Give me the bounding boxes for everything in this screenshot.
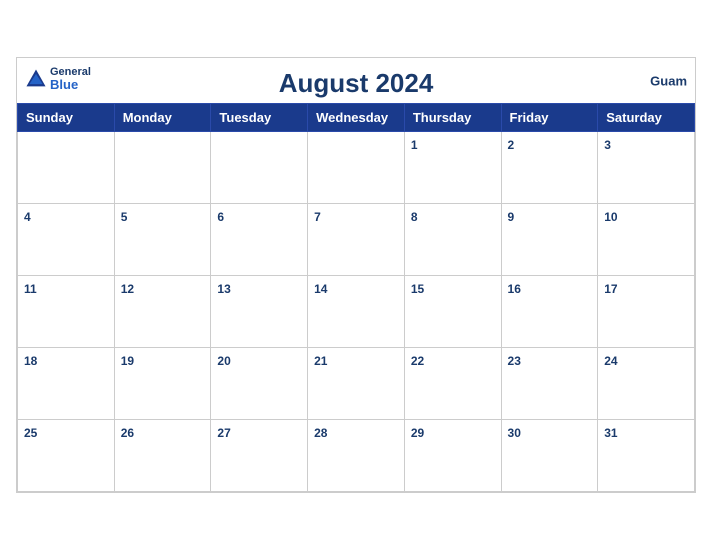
calendar-cell: 20 <box>211 348 308 420</box>
calendar-cell: 3 <box>598 132 695 204</box>
weekday-header-wednesday: Wednesday <box>308 104 405 132</box>
calendar-cell: 19 <box>114 348 211 420</box>
calendar-cell: 2 <box>501 132 598 204</box>
day-number: 21 <box>314 354 327 368</box>
day-number: 16 <box>508 282 521 296</box>
calendar-thead: SundayMondayTuesdayWednesdayThursdayFrid… <box>18 104 695 132</box>
weekday-header-monday: Monday <box>114 104 211 132</box>
calendar-cell: 22 <box>404 348 501 420</box>
calendar-cell: 11 <box>18 276 115 348</box>
day-number: 26 <box>121 426 134 440</box>
brand-icon <box>25 68 47 90</box>
calendar-cell: 1 <box>404 132 501 204</box>
day-number: 8 <box>411 210 418 224</box>
calendar-week-row: 4 5 6 7 8 9 10 <box>18 204 695 276</box>
day-number: 10 <box>604 210 617 224</box>
day-number: 2 <box>508 138 515 152</box>
day-number: 11 <box>24 282 37 296</box>
day-number: 19 <box>121 354 134 368</box>
calendar-cell <box>211 132 308 204</box>
day-number: 29 <box>411 426 424 440</box>
day-number: 24 <box>604 354 617 368</box>
calendar-cell: 16 <box>501 276 598 348</box>
calendar-cell: 6 <box>211 204 308 276</box>
region-label: Guam <box>650 73 687 88</box>
calendar-header: General Blue August 2024 Guam <box>17 58 695 103</box>
calendar-title: August 2024 <box>37 68 675 99</box>
calendar-cell: 23 <box>501 348 598 420</box>
calendar-week-row: 11 12 13 14 15 16 17 <box>18 276 695 348</box>
day-number: 13 <box>217 282 230 296</box>
calendar-cell <box>308 132 405 204</box>
calendar-cell: 17 <box>598 276 695 348</box>
calendar-table: SundayMondayTuesdayWednesdayThursdayFrid… <box>17 103 695 492</box>
day-number: 28 <box>314 426 327 440</box>
calendar-week-row: 25 26 27 28 29 30 31 <box>18 420 695 492</box>
day-number: 27 <box>217 426 230 440</box>
day-number: 5 <box>121 210 128 224</box>
weekday-header-tuesday: Tuesday <box>211 104 308 132</box>
calendar-week-row: 18 19 20 21 22 23 24 <box>18 348 695 420</box>
day-number: 25 <box>24 426 37 440</box>
calendar-cell: 21 <box>308 348 405 420</box>
calendar-cell: 10 <box>598 204 695 276</box>
day-number: 12 <box>121 282 134 296</box>
day-number: 9 <box>508 210 515 224</box>
calendar-cell: 13 <box>211 276 308 348</box>
day-number: 22 <box>411 354 424 368</box>
calendar-cell: 31 <box>598 420 695 492</box>
calendar-cell: 27 <box>211 420 308 492</box>
calendar-tbody: 1234567891011121314151617181920212223242… <box>18 132 695 492</box>
day-number: 17 <box>604 282 617 296</box>
brand-text: General Blue <box>50 66 91 92</box>
calendar-cell: 5 <box>114 204 211 276</box>
calendar-cell: 12 <box>114 276 211 348</box>
day-number: 31 <box>604 426 617 440</box>
weekday-header-thursday: Thursday <box>404 104 501 132</box>
day-number: 15 <box>411 282 424 296</box>
day-number: 1 <box>411 138 418 152</box>
day-number: 23 <box>508 354 521 368</box>
calendar-week-row: 1 2 3 <box>18 132 695 204</box>
calendar-cell: 29 <box>404 420 501 492</box>
brand-logo-container: General Blue <box>25 66 91 92</box>
day-number: 3 <box>604 138 611 152</box>
calendar-cell: 28 <box>308 420 405 492</box>
brand-blue-label: Blue <box>50 78 91 92</box>
calendar-cell: 4 <box>18 204 115 276</box>
day-number: 18 <box>24 354 37 368</box>
day-number: 4 <box>24 210 31 224</box>
day-number: 6 <box>217 210 224 224</box>
calendar-cell: 8 <box>404 204 501 276</box>
calendar-cell: 7 <box>308 204 405 276</box>
day-number: 20 <box>217 354 230 368</box>
calendar-cell: 26 <box>114 420 211 492</box>
calendar-cell: 9 <box>501 204 598 276</box>
day-number: 7 <box>314 210 321 224</box>
calendar-cell: 14 <box>308 276 405 348</box>
weekday-header-sunday: Sunday <box>18 104 115 132</box>
calendar-cell: 30 <box>501 420 598 492</box>
weekday-header-row: SundayMondayTuesdayWednesdayThursdayFrid… <box>18 104 695 132</box>
day-number: 30 <box>508 426 521 440</box>
day-number: 14 <box>314 282 327 296</box>
calendar-cell <box>18 132 115 204</box>
weekday-header-saturday: Saturday <box>598 104 695 132</box>
weekday-header-friday: Friday <box>501 104 598 132</box>
calendar-cell: 18 <box>18 348 115 420</box>
calendar-cell: 24 <box>598 348 695 420</box>
calendar: General Blue August 2024 Guam SundayMond… <box>16 57 696 493</box>
calendar-cell: 25 <box>18 420 115 492</box>
calendar-cell <box>114 132 211 204</box>
calendar-cell: 15 <box>404 276 501 348</box>
brand-logo: General Blue <box>25 66 91 92</box>
